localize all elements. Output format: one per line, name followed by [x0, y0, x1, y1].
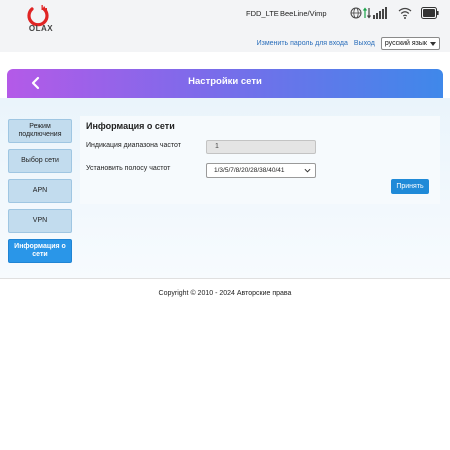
operator-name: BeeLine/Vimp [280, 9, 327, 18]
header-links: Изменить пароль для входа Выход русский … [257, 36, 440, 50]
sidebar-item-label: Выбор сети [21, 157, 59, 165]
top-header: OLAX FDD_LTE BeeLine/Vimp Изменить парол… [0, 0, 450, 52]
apply-button[interactable]: Принять [391, 179, 429, 194]
section-title: Информация о сети [86, 121, 175, 131]
set-band-label: Установить полосу частот [86, 165, 171, 172]
globe-icon [350, 6, 362, 24]
band-indication-field: 1 [206, 140, 316, 154]
footer-divider [0, 278, 450, 279]
data-transfer-icon [363, 6, 371, 24]
page-title: Настройки сети [188, 76, 262, 87]
signal-icon [373, 6, 387, 24]
sidebar-item-label: Информация о сети [14, 243, 66, 258]
footer-copyright: Copyright © 2010 - 2024 Авторские права [158, 290, 292, 297]
wifi-icon [398, 6, 412, 24]
network-type: FDD_LTE [246, 9, 279, 18]
page-banner: Настройки сети [7, 69, 443, 98]
language-value: русский язык [384, 39, 427, 47]
band-select[interactable]: 1/3/5/7/8/20/28/38/40/41 [206, 163, 316, 178]
sidebar-item-apn[interactable]: APN [8, 179, 72, 203]
chevron-down-icon [304, 168, 311, 173]
sidebar-item-label: Режим подключения [18, 123, 62, 138]
logout-link[interactable]: Выход [354, 40, 375, 47]
sidebar-item-vpn[interactable]: VPN [8, 209, 72, 233]
logo-text: OLAX [28, 24, 54, 33]
band-select-value: 1/3/5/7/8/20/28/38/40/41 [214, 167, 285, 174]
sidebar-item-label: VPN [32, 217, 48, 225]
battery-icon [421, 6, 439, 24]
change-password-link[interactable]: Изменить пароль для входа [257, 40, 348, 47]
band-indication-label: Индикация диапазона частот [86, 142, 181, 149]
language-select[interactable]: русский язык [380, 36, 440, 50]
sidebar-item-network-info[interactable]: Информация о сети [8, 239, 72, 263]
sidebar-item-label: APN [32, 187, 48, 195]
sidebar-item-network-selection[interactable]: Выбор сети [8, 149, 72, 173]
sidebar-item-connection-mode[interactable]: Режим подключения [8, 119, 72, 143]
